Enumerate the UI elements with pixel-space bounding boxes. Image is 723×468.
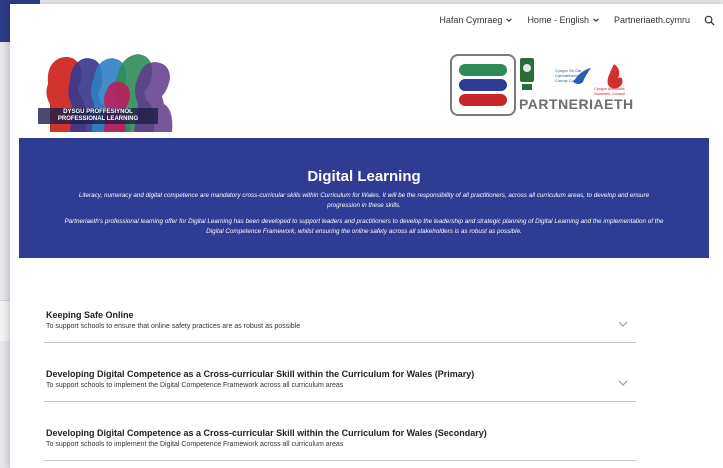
banner-paragraph-1: Literacy, numeracy and digital competenc… [78, 192, 650, 209]
accordion-subtitle: To support schools to ensure that online… [46, 323, 301, 330]
logo-bar-blue [459, 79, 507, 91]
course-accordion: Keeping Safe Online To support schools t… [44, 294, 636, 468]
accordion-item-digital-competence-secondary[interactable]: Developing Digital Competence as a Cross… [44, 412, 636, 461]
carmarthenshire-council-label: Cyngor Sir Gâr Carmarthenshire County Co… [555, 68, 585, 83]
partneriaeth-logo-mark [450, 54, 516, 116]
logo-text-english: PROFESSIONAL LEARNING [57, 116, 139, 122]
chevron-down-icon [593, 18, 599, 22]
accordion-title: Developing Digital Competence as a Cross… [46, 428, 487, 438]
professional-learning-logo-text: DYSGU PROFFESIYNOL PROFESSIONAL LEARNING [38, 108, 158, 124]
nav-item-label: Home - English [527, 15, 589, 25]
banner-paragraph-2: Partneriaeth's professional learning off… [64, 218, 664, 235]
partneriaeth-wordmark: PARTNERIAETH [519, 96, 634, 112]
accordion-item-keeping-safe-online[interactable]: Keeping Safe Online To support schools t… [44, 294, 636, 343]
accordion-item-digital-competence-primary[interactable]: Developing Digital Competence as a Cross… [44, 353, 636, 402]
nav-item-partneriaeth[interactable]: Partneriaeth.cymru [614, 15, 690, 25]
nav-item-hafan-cymraeg[interactable]: Hafan Cymraeg [439, 15, 513, 25]
chevron-down-icon [506, 18, 513, 22]
nav-item-home-english[interactable]: Home - English [527, 15, 600, 25]
search-icon[interactable] [704, 15, 715, 26]
accordion-subtitle: To support schools to implement the Digi… [46, 382, 344, 389]
page-title: Digital Learning [307, 168, 421, 185]
chevron-down-icon[interactable] [618, 379, 628, 387]
crest-icon [520, 58, 534, 90]
chevron-down-icon[interactable] [618, 320, 628, 328]
swansea-council-label: Cyngor Abertawe Swansea Council [594, 86, 625, 96]
accordion-subtitle: To support schools to implement the Digi… [46, 441, 344, 448]
accordion-title: Keeping Safe Online [46, 310, 134, 320]
web-page: Hafan Cymraeg Home - English Partneriaet… [10, 4, 723, 468]
accordion-title: Developing Digital Competence as a Cross… [46, 369, 475, 379]
logo-text-welsh: DYSGU PROFFESIYNOL [63, 109, 133, 115]
logo-bar-green [459, 64, 507, 76]
logo-bar-red [459, 94, 507, 106]
top-navigation: Hafan Cymraeg Home - English Partneriaet… [439, 10, 715, 30]
digital-learning-banner: Digital Learning Literacy, numeracy and … [19, 138, 709, 258]
nav-item-label: Partneriaeth.cymru [613, 15, 690, 25]
nav-item-label: Hafan Cymraeg [439, 15, 503, 25]
